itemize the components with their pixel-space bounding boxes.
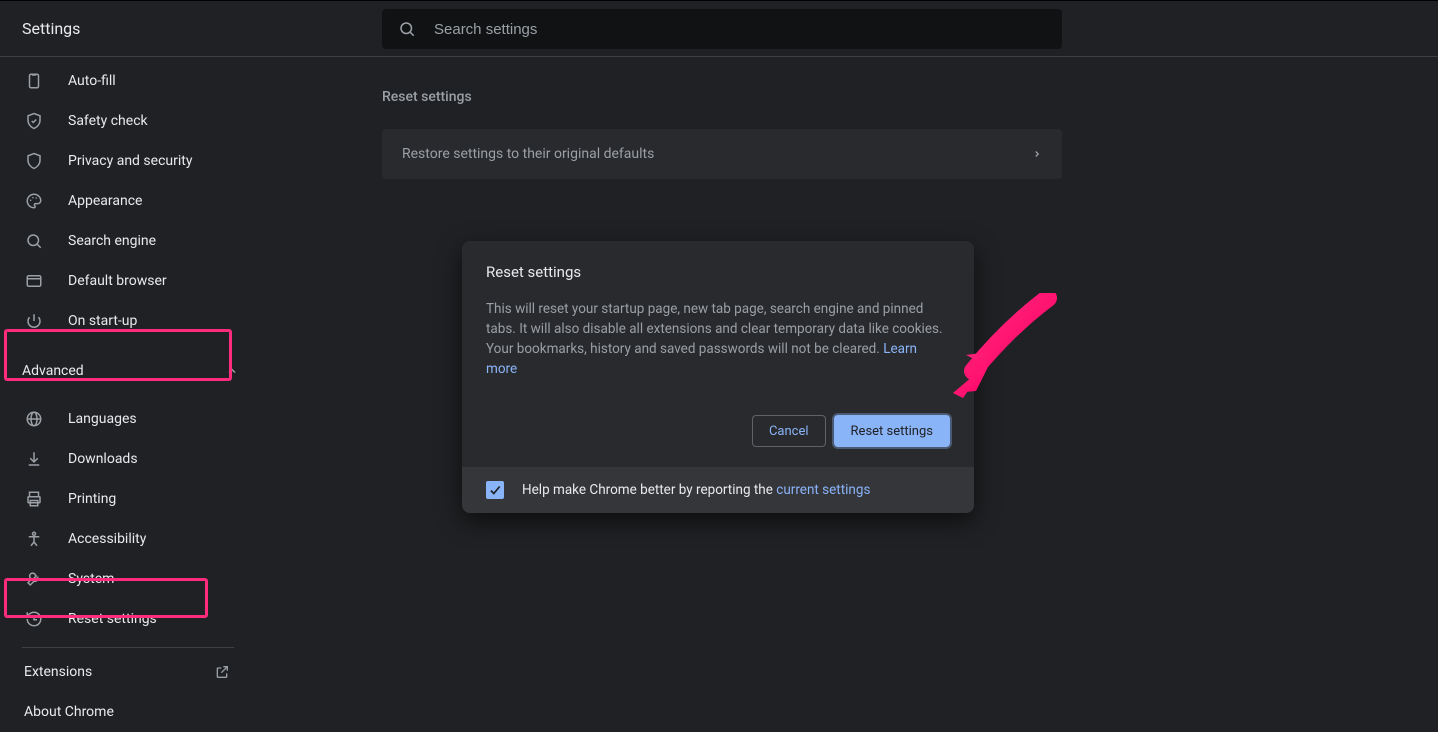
- wrench-icon: [24, 569, 44, 589]
- reset-settings-button[interactable]: Reset settings: [834, 415, 950, 447]
- sidebar-item-reset-settings[interactable]: Reset settings: [0, 599, 248, 639]
- sidebar-item-accessibility[interactable]: Accessibility: [0, 519, 248, 559]
- sidebar-item-label: Languages: [68, 411, 137, 427]
- external-link-icon: [214, 664, 230, 680]
- chevron-up-icon: [226, 365, 238, 377]
- cancel-button[interactable]: Cancel: [752, 415, 826, 447]
- dialog-title: Reset settings: [486, 263, 950, 281]
- power-icon: [24, 311, 44, 331]
- autofill-icon: [24, 71, 44, 91]
- shield-check-icon: [24, 111, 44, 131]
- sidebar-item-safety-check[interactable]: Safety check: [0, 101, 248, 141]
- row-label: Restore settings to their original defau…: [402, 146, 654, 162]
- restore-icon: [24, 609, 44, 629]
- sidebar-item-label: Default browser: [68, 273, 167, 289]
- sidebar-item-startup[interactable]: On start-up: [0, 301, 248, 341]
- sidebar-item-label: Appearance: [68, 193, 142, 209]
- sidebar-item-default-browser[interactable]: Default browser: [0, 261, 248, 301]
- sidebar-item-about[interactable]: About Chrome: [0, 692, 248, 732]
- accessibility-icon: [24, 529, 44, 549]
- current-settings-link[interactable]: current settings: [776, 482, 870, 498]
- sidebar-item-label: Downloads: [68, 451, 138, 467]
- sidebar-item-label: About Chrome: [24, 704, 114, 720]
- help-text-prefix: Help make Chrome better by reporting the: [522, 482, 776, 498]
- sidebar-item-appearance[interactable]: Appearance: [0, 181, 248, 221]
- sidebar-item-autofill[interactable]: Auto-fill: [0, 61, 248, 101]
- dialog-footer-text: Help make Chrome better by reporting the…: [522, 482, 870, 498]
- sidebar-item-downloads[interactable]: Downloads: [0, 439, 248, 479]
- dialog-footer: Help make Chrome better by reporting the…: [462, 467, 974, 513]
- chevron-right-icon: [1032, 149, 1042, 159]
- sidebar-item-label: Accessibility: [68, 531, 146, 547]
- dialog-actions: Cancel Reset settings: [486, 415, 950, 447]
- search-input[interactable]: [434, 21, 1046, 38]
- restore-defaults-row[interactable]: Restore settings to their original defau…: [382, 129, 1062, 179]
- report-checkbox[interactable]: [486, 481, 504, 499]
- search-icon: [24, 231, 44, 251]
- download-icon: [24, 449, 44, 469]
- reset-settings-dialog: Reset settings This will reset your star…: [462, 241, 974, 513]
- dialog-description: This will reset your startup page, new t…: [486, 299, 950, 379]
- sidebar-item-languages[interactable]: Languages: [0, 399, 248, 439]
- sidebar: Auto-fill Safety check Privacy and secur…: [0, 57, 256, 717]
- shield-icon: [24, 151, 44, 171]
- sidebar-item-label: Extensions: [24, 664, 92, 680]
- sidebar-divider: [22, 647, 234, 648]
- sidebar-item-privacy[interactable]: Privacy and security: [0, 141, 248, 181]
- sidebar-item-label: Auto-fill: [68, 73, 116, 89]
- sidebar-item-label: Privacy and security: [68, 153, 192, 169]
- sidebar-item-system[interactable]: System: [0, 559, 248, 599]
- sidebar-item-label: Printing: [68, 491, 116, 507]
- sidebar-item-label: Safety check: [68, 113, 148, 129]
- dialog-body-text: This will reset your startup page, new t…: [486, 301, 943, 357]
- browser-icon: [24, 271, 44, 291]
- section-title: Reset settings: [382, 89, 1438, 105]
- print-icon: [24, 489, 44, 509]
- sidebar-item-label: System: [68, 571, 114, 587]
- sidebar-item-extensions[interactable]: Extensions: [0, 652, 248, 692]
- search-icon: [398, 20, 416, 38]
- search-box[interactable]: [382, 9, 1062, 49]
- page-title: Settings: [22, 19, 80, 38]
- sidebar-section-advanced[interactable]: Advanced: [0, 351, 256, 391]
- sidebar-section-label: Advanced: [22, 363, 84, 379]
- sidebar-item-label: On start-up: [68, 313, 137, 329]
- palette-icon: [24, 191, 44, 211]
- sidebar-item-label: Search engine: [68, 233, 156, 249]
- sidebar-item-label: Reset settings: [68, 611, 157, 627]
- dialog-body: Reset settings This will reset your star…: [462, 241, 974, 467]
- sidebar-item-printing[interactable]: Printing: [0, 479, 248, 519]
- header: Settings: [0, 0, 1438, 57]
- sidebar-item-search-engine[interactable]: Search engine: [0, 221, 248, 261]
- globe-icon: [24, 409, 44, 429]
